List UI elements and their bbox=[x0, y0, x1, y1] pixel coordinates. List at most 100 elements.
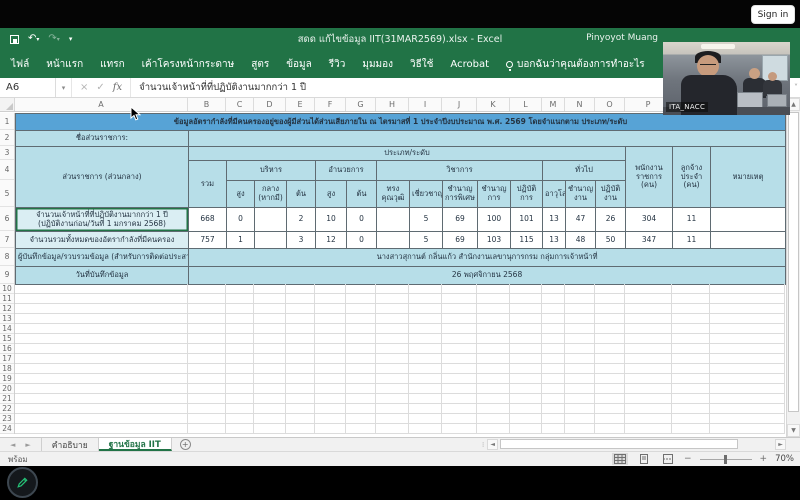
data-cell[interactable]: 2 bbox=[287, 208, 316, 232]
row-header-14[interactable]: 14 bbox=[0, 324, 14, 334]
scroll-left-icon[interactable]: ◄ bbox=[487, 439, 498, 450]
tab-page-layout[interactable]: เค้าโครงหน้ากระดาษ bbox=[142, 57, 235, 72]
data-cell[interactable] bbox=[377, 232, 410, 249]
column-header-D[interactable]: D bbox=[254, 98, 286, 111]
tab-acrobat[interactable]: Acrobat bbox=[450, 59, 489, 70]
row-header-15[interactable]: 15 bbox=[0, 334, 14, 344]
zoom-slider[interactable] bbox=[700, 459, 752, 460]
column-header-O[interactable]: O bbox=[595, 98, 625, 111]
subheader-cell[interactable]: อาวุโส bbox=[543, 181, 566, 208]
undo-icon[interactable]: ↶▾ bbox=[28, 34, 39, 44]
data-cell[interactable]: 13 bbox=[543, 232, 566, 249]
data-cell[interactable] bbox=[255, 232, 287, 249]
empty-cells-area[interactable] bbox=[15, 284, 785, 434]
scroll-down-icon[interactable]: ▼ bbox=[787, 424, 800, 437]
row-header-6[interactable]: 6 bbox=[0, 207, 14, 231]
subheader-cell[interactable]: ปฏิบัติการ bbox=[511, 181, 543, 208]
header-total[interactable]: รวม bbox=[189, 161, 227, 208]
data-cell[interactable]: 11 bbox=[673, 208, 711, 232]
name-box-dropdown-icon[interactable]: ▾ bbox=[56, 78, 72, 97]
row-header-8[interactable]: 8 bbox=[0, 248, 14, 266]
header-group-general[interactable]: ทั่วไป bbox=[543, 161, 626, 181]
column-header-K[interactable]: K bbox=[477, 98, 510, 111]
redo-icon[interactable]: ↷▾ bbox=[48, 34, 59, 44]
date-value-cell[interactable]: 26 พฤศจิกายน 2568 bbox=[189, 267, 786, 285]
row-header-20[interactable]: 20 bbox=[0, 384, 14, 394]
data-cell[interactable]: 47 bbox=[566, 208, 596, 232]
tab-view[interactable]: มุมมอง bbox=[362, 57, 393, 72]
row-header-19[interactable]: 19 bbox=[0, 374, 14, 384]
subheader-cell[interactable]: ชำนาญการ bbox=[478, 181, 511, 208]
data-cell[interactable]: 101 bbox=[511, 208, 543, 232]
row-header-2[interactable]: 2 bbox=[0, 130, 14, 146]
qat-customize-icon[interactable]: ▾ bbox=[69, 36, 73, 43]
cancel-icon[interactable]: × bbox=[80, 82, 88, 93]
data-cell[interactable]: 3 bbox=[287, 232, 316, 249]
subheader-cell[interactable]: ชำนาญงาน bbox=[566, 181, 596, 208]
row-header-9[interactable]: 9 bbox=[0, 266, 14, 284]
webcam-overlay[interactable]: ITA_NACC bbox=[663, 42, 790, 115]
data-cell[interactable]: 50 bbox=[596, 232, 626, 249]
column-header-G[interactable]: G bbox=[346, 98, 376, 111]
data-cell[interactable]: 10 bbox=[316, 208, 347, 232]
column-header-F[interactable]: F bbox=[315, 98, 346, 111]
row-header-3[interactable]: 3 bbox=[0, 146, 14, 160]
subheader-cell[interactable]: ชำนาญการพิเศษ bbox=[443, 181, 478, 208]
sheet-next-icon[interactable]: ► bbox=[25, 441, 30, 449]
row-header-17[interactable]: 17 bbox=[0, 354, 14, 364]
subheader-cell[interactable]: ต้น bbox=[347, 181, 377, 208]
data-cell[interactable] bbox=[711, 232, 786, 249]
page-layout-view-icon[interactable] bbox=[636, 453, 652, 465]
header-perm-emp[interactable]: ลูกจ้างประจำ (คน) bbox=[673, 147, 711, 208]
data-cell[interactable]: 1 bbox=[227, 232, 255, 249]
account-username[interactable]: Pinyoyot Muang bbox=[586, 33, 658, 43]
zoom-in-icon[interactable]: + bbox=[760, 454, 768, 464]
new-sheet-button[interactable]: + bbox=[172, 438, 199, 451]
data-cell[interactable] bbox=[711, 208, 786, 232]
row-header-7[interactable]: 7 bbox=[0, 231, 14, 248]
data-cell[interactable]: 12 bbox=[316, 232, 347, 249]
header-gov-emp[interactable]: พนักงานราชการ (คน) bbox=[626, 147, 673, 208]
sheet-nav-arrows[interactable]: ◄ ► bbox=[0, 438, 41, 451]
select-all-corner[interactable] bbox=[0, 98, 15, 111]
save-icon[interactable] bbox=[10, 35, 19, 44]
row-header-12[interactable]: 12 bbox=[0, 304, 14, 314]
row-number-gutter[interactable]: 123456789101112131415161718192021222324 bbox=[0, 113, 15, 434]
column-header-N[interactable]: N bbox=[565, 98, 595, 111]
data-cell[interactable]: 26 bbox=[596, 208, 626, 232]
normal-view-icon[interactable] bbox=[612, 453, 628, 465]
column-header-H[interactable]: H bbox=[376, 98, 409, 111]
column-header-C[interactable]: C bbox=[226, 98, 254, 111]
tab-data[interactable]: ข้อมูล bbox=[286, 57, 312, 72]
data-cell[interactable] bbox=[255, 208, 287, 232]
row-header-1[interactable]: 1 bbox=[0, 113, 14, 130]
date-label-cell[interactable]: วันที่บันทึกข้อมูล bbox=[16, 267, 189, 285]
cell-A7[interactable]: จำนวนรวมทั้งหมดของอัตรากำลังที่มีคนครอง bbox=[16, 232, 189, 249]
data-cell[interactable]: 0 bbox=[227, 208, 255, 232]
row-header-5[interactable]: 5 bbox=[0, 180, 14, 207]
formula-bar-expand-icon[interactable]: ˅ bbox=[794, 83, 798, 92]
data-cell[interactable]: 0 bbox=[347, 208, 377, 232]
sheet-tab-database-iit[interactable]: ฐานข้อมูล IIT bbox=[99, 438, 172, 451]
name-box[interactable]: A6 bbox=[0, 78, 56, 97]
data-cell[interactable]: 48 bbox=[566, 232, 596, 249]
data-cell[interactable]: 115 bbox=[511, 232, 543, 249]
data-cell[interactable]: 0 bbox=[347, 232, 377, 249]
row-header-13[interactable]: 13 bbox=[0, 314, 14, 324]
tab-insert[interactable]: แทรก bbox=[100, 57, 124, 72]
subheader-cell[interactable]: ทรงคุณวุฒิ bbox=[377, 181, 410, 208]
data-cell[interactable]: 668 bbox=[189, 208, 227, 232]
data-cell[interactable]: 13 bbox=[543, 208, 566, 232]
recorder-label-cell[interactable]: ผู้บันทึกข้อมูล/รวบรวมข้อมูล (สำหรับการต… bbox=[16, 249, 189, 267]
column-header-A[interactable]: A bbox=[15, 98, 188, 111]
column-header-I[interactable]: I bbox=[409, 98, 442, 111]
scroll-right-icon[interactable]: ► bbox=[775, 439, 786, 450]
row-header-18[interactable]: 18 bbox=[0, 364, 14, 374]
data-cell[interactable]: 347 bbox=[626, 232, 673, 249]
sheet-tab-description[interactable]: คำอธิบาย bbox=[41, 438, 99, 451]
row-header-4[interactable]: 4 bbox=[0, 160, 14, 180]
data-cell[interactable]: 69 bbox=[443, 208, 478, 232]
agency-label-cell[interactable]: ชื่อส่วนราชการ: bbox=[16, 131, 189, 147]
tab-review[interactable]: รีวิว bbox=[329, 57, 346, 72]
column-header-E[interactable]: E bbox=[286, 98, 315, 111]
